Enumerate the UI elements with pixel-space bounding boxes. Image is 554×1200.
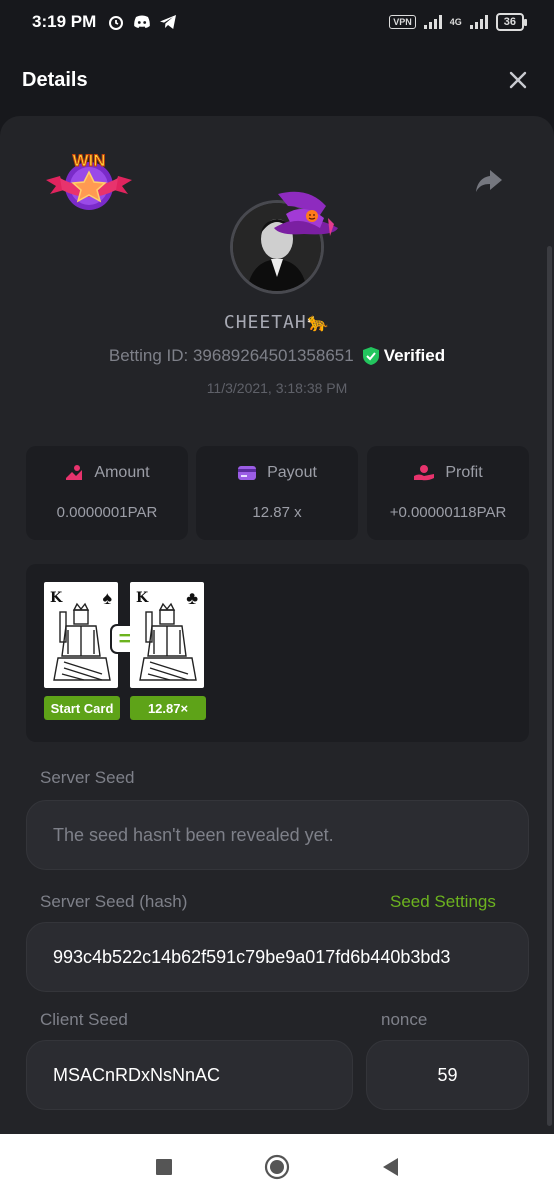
stat-profit: Profit +0.00000118PAR [367, 446, 529, 540]
stat-payout: Payout 12.87 x [196, 446, 358, 540]
share-button[interactable] [474, 168, 504, 196]
stat-profit-label: Profit [445, 464, 483, 481]
close-icon [509, 71, 527, 89]
result-card: K ♣ [130, 582, 204, 688]
seed-settings-link[interactable]: Seed Settings [390, 892, 496, 912]
share-icon [476, 170, 502, 192]
nonce-field[interactable]: 59 [366, 1040, 529, 1110]
close-button[interactable] [504, 66, 532, 94]
card-icon [238, 466, 257, 480]
discord-icon [132, 12, 152, 32]
stat-payout-label: Payout [267, 464, 317, 481]
start-card: K ♠ [44, 582, 118, 688]
scrollbar[interactable] [547, 246, 552, 1126]
stat-amount-label: Amount [94, 464, 150, 481]
server-seed-field: The seed hasn't been revealed yet. [26, 800, 529, 870]
stat-amount-value: 0.0000001PAR [56, 504, 158, 521]
betting-id: Betting ID: 39689264501358651 [108, 346, 354, 365]
telegram-icon [158, 12, 178, 32]
win-badge: WIN [42, 146, 136, 216]
username: CHEETAH🐆 [223, 312, 331, 333]
square-icon [156, 1159, 172, 1175]
status-time: 3:19 PM [32, 12, 97, 31]
signal-icon-2 [469, 15, 488, 29]
status-bar: 3:19 PM VPN 4G 36 [0, 0, 554, 44]
back-triangle-icon [383, 1158, 398, 1176]
battery-indicator: 36 [495, 13, 528, 31]
start-card-tag: Start Card [44, 696, 120, 720]
amount-icon [66, 465, 83, 480]
server-seed-hash-field[interactable]: 993c4b522c14b62f591c79be9a017fd6b440b3bd… [26, 922, 529, 992]
verified-label: Verified [383, 346, 446, 365]
client-seed-field[interactable]: MSACnRDxNsNnAC [26, 1040, 353, 1110]
system-nav-bar [0, 1134, 554, 1200]
circle-home-icon [264, 1154, 290, 1180]
recents-button[interactable] [151, 1154, 177, 1180]
page-title: Details [22, 68, 88, 91]
home-button[interactable] [264, 1154, 290, 1180]
win-badge-text: WIN [72, 151, 105, 170]
alarm-icon [106, 12, 126, 32]
verified-badge: Verified [362, 346, 445, 366]
server-seed-label: Server Seed [40, 768, 135, 787]
stat-payout-value: 12.87 x [252, 504, 302, 521]
king-illustration-icon [53, 602, 111, 681]
server-seed-hash-label: Server Seed (hash) [40, 892, 188, 911]
signal-icon [423, 15, 442, 29]
stat-payout-header: Payout [196, 464, 358, 482]
details-panel: WIN CHEETAH🐆 Betting ID: 396892645013586… [0, 116, 554, 1134]
network-type: 4G [449, 17, 462, 27]
witch-hat-icon [274, 191, 338, 236]
stat-amount-header: Amount [26, 464, 188, 482]
profit-icon [414, 465, 435, 481]
stat-amount: Amount 0.0000001PAR [26, 446, 188, 540]
nonce-label: nonce [381, 1010, 428, 1029]
bet-timestamp: 11/3/2021, 3:18:38 PM [206, 380, 348, 396]
details-header: Details [0, 44, 554, 116]
vpn-badge: VPN [389, 15, 416, 29]
cards-result-box: K ♠ = K ♣ Start Card 12.87× [26, 564, 529, 742]
shield-check-icon [362, 347, 379, 365]
multiplier-tag: 12.87× [130, 696, 206, 720]
back-button[interactable] [377, 1154, 403, 1180]
king-illustration-icon [139, 602, 197, 681]
betting-id-line: Betting ID: 39689264501358651 Verified [0, 346, 554, 366]
client-seed-label: Client Seed [40, 1010, 128, 1029]
stat-profit-value: +0.00000118PAR [389, 504, 507, 521]
stat-profit-header: Profit [367, 464, 529, 482]
